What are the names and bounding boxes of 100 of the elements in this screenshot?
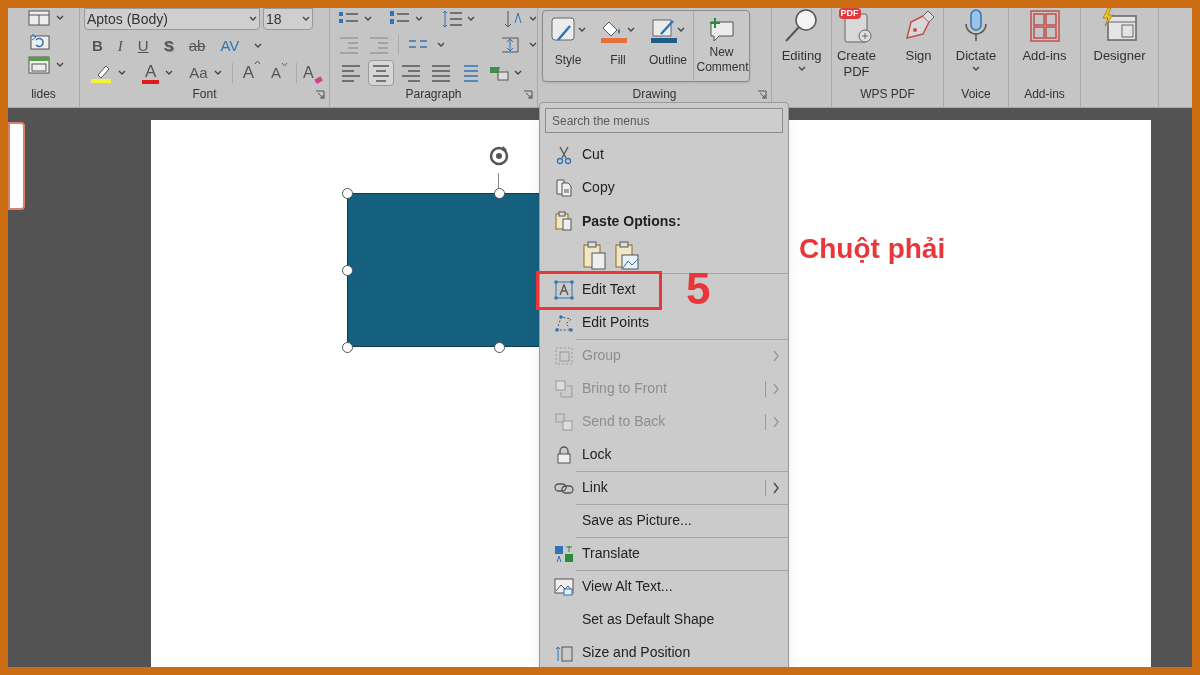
shadow-button[interactable]: S: [163, 34, 174, 58]
group-label: Voice: [961, 87, 991, 101]
line-spacing-icon[interactable]: [440, 9, 463, 29]
strikethrough-button[interactable]: ab: [188, 34, 206, 58]
caret-down-icon: [281, 61, 289, 67]
align-text-icon[interactable]: [499, 35, 521, 55]
caret-icon[interactable]: [529, 42, 537, 48]
menu-item[interactable]: Cut: [540, 138, 788, 171]
menu-item[interactable]: Copy: [540, 171, 788, 204]
menu-item[interactable]: Link: [540, 471, 788, 504]
font-color-button[interactable]: A: [142, 62, 160, 84]
underline-button[interactable]: U: [137, 34, 149, 58]
outline-icon[interactable]: [651, 17, 677, 43]
caret-icon[interactable]: [118, 70, 126, 76]
menu-item[interactable]: Lock: [540, 438, 788, 471]
clipboard-icon: [554, 211, 574, 231]
edit-points-icon: [554, 312, 574, 333]
font-size-dropdown[interactable]: 18: [263, 8, 313, 30]
annotation-label: Chuột phải: [799, 232, 946, 266]
bold-button[interactable]: B: [92, 34, 103, 58]
dialog-launcher-icon[interactable]: [523, 90, 533, 100]
group-label: WPS PDF: [860, 87, 915, 101]
caret-up-icon: [254, 60, 262, 66]
grow-font-button[interactable]: A: [242, 60, 262, 86]
new-comment-button[interactable]: New Comment: [693, 11, 749, 81]
layout-icon[interactable]: [28, 10, 50, 26]
copy-icon: [554, 177, 574, 198]
menu-item[interactable]: Set as Default Shape: [540, 603, 788, 636]
resize-handle[interactable]: [342, 188, 353, 199]
group-label: lides: [31, 87, 56, 101]
reset-slide-icon[interactable]: [28, 32, 50, 50]
caret-icon[interactable]: [56, 62, 64, 68]
paste-button[interactable]: [582, 240, 608, 271]
caret-icon[interactable]: [165, 70, 174, 76]
resize-handle[interactable]: [342, 342, 353, 353]
chevron-right-icon: [772, 349, 780, 362]
resize-handle[interactable]: [342, 265, 353, 276]
drawing-button[interactable]: Style: [543, 11, 593, 68]
ribbon-button[interactable]: Add-ins: [1016, 8, 1073, 64]
chevron-right-icon: [772, 415, 780, 428]
ribbon-button[interactable]: Sign: [890, 8, 943, 80]
caret-icon[interactable]: [302, 16, 310, 22]
ribbon-button[interactable]: Designer: [1091, 8, 1148, 64]
caret-icon[interactable]: [56, 15, 64, 21]
caret-icon[interactable]: [627, 27, 635, 33]
menu-item[interactable]: Translate: [540, 537, 788, 570]
caret-icon[interactable]: [436, 42, 445, 48]
menu-item[interactable]: View Alt Text...: [540, 570, 788, 603]
caret-icon[interactable]: [213, 70, 222, 76]
rotate-handle-icon[interactable]: [487, 144, 511, 168]
italic-button[interactable]: I: [117, 34, 123, 58]
resize-handle[interactable]: [494, 342, 505, 353]
slide-thumbnail[interactable]: [8, 122, 25, 210]
search-field[interactable]: Search the menus: [545, 108, 783, 133]
group-label: Drawing: [632, 87, 677, 101]
chevron-right-icon: [772, 382, 780, 395]
bring-to-front-icon: [554, 378, 574, 399]
section-icon[interactable]: [28, 56, 50, 74]
caret-icon[interactable]: [578, 27, 586, 33]
shape-style-icon[interactable]: [550, 16, 578, 44]
chevron-right-icon: [772, 481, 780, 494]
drawing-button[interactable]: Outline: [643, 11, 693, 68]
highlighter-icon[interactable]: [90, 63, 112, 83]
lightning-panel-icon[interactable]: [1099, 8, 1140, 44]
paste-picture-button[interactable]: [614, 240, 640, 271]
text-direction-icon[interactable]: [503, 9, 525, 29]
font-name-dropdown[interactable]: Aptos (Body): [84, 8, 260, 30]
caret-icon[interactable]: [364, 16, 372, 22]
eraser-icon: [313, 76, 323, 85]
text-box-icon: [554, 279, 574, 300]
group-label: Font: [192, 87, 217, 101]
menu-item[interactable]: Save as Picture...: [540, 504, 788, 537]
ribbon-button[interactable]: Dictate: [948, 8, 1004, 72]
caret-icon[interactable]: [972, 66, 980, 72]
group-icon: [554, 345, 574, 366]
menu-item[interactable]: Size and Position: [540, 636, 788, 667]
caret-icon[interactable]: [254, 43, 263, 49]
caret-icon[interactable]: [415, 16, 424, 22]
send-to-back-icon: [554, 411, 574, 432]
resize-handle[interactable]: [494, 188, 505, 199]
dialog-launcher-icon[interactable]: [315, 90, 325, 100]
group-label: Paragraph: [405, 87, 462, 101]
translate-icon: [554, 543, 574, 564]
dialog-launcher-icon[interactable]: [757, 90, 767, 100]
shrink-font-button[interactable]: A: [271, 61, 289, 85]
caret-icon[interactable]: [466, 16, 475, 22]
caret-icon[interactable]: [797, 66, 806, 72]
caret-icon[interactable]: [529, 16, 537, 22]
caret-icon[interactable]: [249, 16, 257, 22]
change-case-button[interactable]: Aa: [189, 61, 208, 85]
scissors-icon: [554, 144, 574, 165]
clear-formatting-button[interactable]: A: [303, 61, 323, 85]
caret-icon[interactable]: [677, 27, 685, 33]
caret-icon[interactable]: [514, 70, 522, 76]
image-icon: [554, 576, 574, 597]
group-label: Add-ins: [1024, 87, 1065, 101]
ribbon-button[interactable]: Editing: [773, 8, 830, 72]
drawing-button[interactable]: Fill: [593, 11, 643, 68]
menu-heading: Paste Options:: [582, 211, 681, 231]
ribbon-button[interactable]: PDF Create PDF: [832, 8, 885, 80]
